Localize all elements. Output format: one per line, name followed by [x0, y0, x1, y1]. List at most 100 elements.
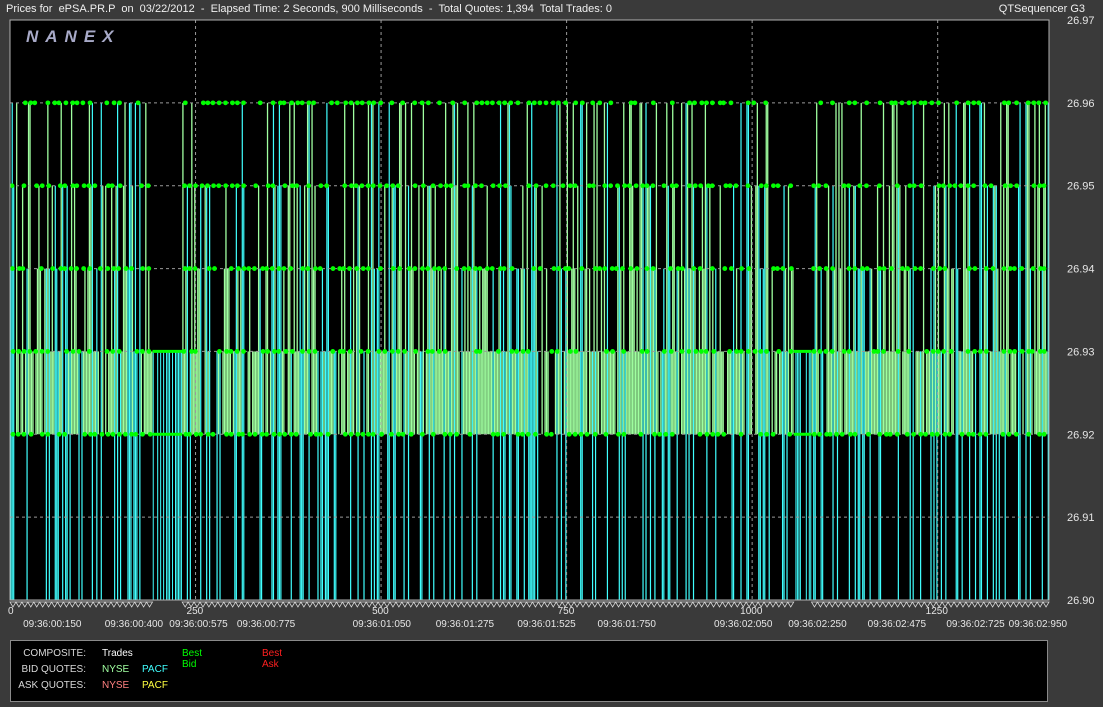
best-bid-dot	[358, 349, 364, 354]
trade-marker	[329, 601, 338, 608]
best-bid-dot	[420, 266, 425, 271]
best-bid-dot	[82, 431, 88, 437]
best-bid-dot	[479, 183, 484, 189]
trade-marker	[573, 601, 581, 608]
best-bid-dot	[382, 349, 388, 354]
legend-ask-pacf: PACF	[142, 680, 168, 691]
best-bid-dot	[342, 431, 348, 437]
best-bid-dot	[330, 266, 336, 271]
best-bid-dot	[721, 431, 727, 437]
best-bid-dot	[549, 349, 555, 354]
best-bid-dot	[958, 183, 964, 189]
best-bid-dot	[236, 266, 241, 271]
best-bid-dot	[1012, 266, 1017, 271]
best-bid-dot	[116, 349, 122, 354]
best-bid-dot	[443, 183, 449, 189]
time-label: 09:36:02:725	[946, 619, 1005, 630]
best-bid-dot	[907, 183, 913, 189]
best-bid-dot	[21, 183, 27, 189]
trade-marker	[436, 601, 445, 608]
best-bid-dot	[640, 183, 646, 189]
best-bid-dot	[313, 266, 318, 271]
best-bid-dot	[497, 183, 502, 189]
trade-marker	[597, 601, 605, 608]
best-bid-dot	[145, 183, 151, 189]
trade-marker	[21, 601, 29, 608]
trade-marker	[44, 601, 53, 608]
best-bid-dot	[543, 183, 549, 189]
best-bid-dot	[117, 431, 122, 437]
best-bid-dot	[246, 266, 252, 271]
best-bid-dot	[894, 431, 900, 437]
best-bid-dot	[881, 349, 886, 354]
best-bid-dot	[365, 266, 371, 271]
best-bid-dot	[544, 431, 550, 437]
best-bid-dot	[918, 431, 924, 437]
best-bid-dot	[881, 266, 887, 271]
best-bid-dot	[940, 183, 946, 189]
y-tick-label: 26.93	[1067, 346, 1095, 358]
best-bid-dot	[343, 100, 349, 106]
best-bid-dot	[922, 100, 928, 106]
best-bid-dot	[537, 266, 543, 271]
best-bid-dot	[442, 349, 448, 354]
best-bid-dot	[425, 266, 431, 271]
trade-marker	[537, 601, 546, 608]
best-bid-dot	[182, 100, 188, 106]
best-bid-dot	[397, 266, 403, 271]
trade-marker	[258, 601, 267, 608]
best-bid-dot	[983, 349, 989, 354]
best-bid-dot	[147, 431, 153, 437]
best-bid-dot	[971, 183, 977, 189]
best-bid-dot	[608, 183, 614, 189]
best-bid-dot	[650, 100, 656, 106]
price-chart: NANEX 26.97 26.96 26.95 26.94 26.93 26.92 26.91…	[8, 15, 1095, 630]
best-bid-dot	[566, 266, 572, 271]
best-bid-dot	[80, 100, 86, 106]
best-bid-dot	[1008, 183, 1013, 189]
best-bid-dot	[727, 349, 733, 354]
best-bid-dot	[977, 431, 983, 437]
best-bid-dot	[325, 431, 331, 437]
trade-marker	[887, 601, 896, 608]
best-bid-dot	[1012, 349, 1018, 354]
best-bid-dot	[852, 100, 858, 106]
best-bid-dot	[20, 266, 26, 271]
best-bid-dot	[495, 431, 501, 437]
best-bid-dot	[959, 431, 965, 437]
trade-marker	[858, 601, 866, 608]
best-bid-dot	[839, 431, 845, 437]
best-bid-dot	[711, 349, 717, 354]
best-bid-dot	[39, 183, 45, 189]
best-bid-dot	[770, 431, 776, 437]
trade-marker	[454, 601, 462, 608]
best-bid-dot	[947, 183, 953, 189]
trade-marker	[418, 601, 427, 608]
best-bid-dot	[412, 183, 418, 189]
trade-marker	[662, 601, 670, 608]
trade-marker	[579, 601, 587, 608]
best-bid-dot	[503, 183, 508, 189]
y-tick-label: 26.94	[1067, 264, 1095, 276]
legend-bid-label: BID QUOTES:	[21, 664, 86, 675]
trade-marker	[982, 601, 991, 608]
best-bid-dot	[758, 349, 764, 354]
best-bid-dot	[811, 183, 817, 189]
best-bid-dot	[911, 100, 917, 106]
best-bid-dot	[1001, 266, 1007, 271]
best-bid-dot	[306, 183, 312, 189]
best-bid-dot	[294, 183, 300, 189]
best-bid-dot	[384, 183, 390, 189]
best-bid-dot	[230, 100, 235, 106]
trade-marker	[519, 601, 528, 608]
trade-marker	[971, 601, 979, 608]
best-bid-dot	[484, 266, 490, 271]
best-bid-dot	[34, 183, 40, 189]
best-bid-dot	[787, 431, 793, 437]
best-bid-dot	[412, 100, 418, 106]
best-bid-dot	[644, 183, 650, 189]
best-bid-dot	[496, 100, 502, 106]
best-bid-dot	[597, 266, 603, 271]
best-bid-dot	[366, 100, 372, 106]
best-bid-dot	[86, 183, 92, 189]
